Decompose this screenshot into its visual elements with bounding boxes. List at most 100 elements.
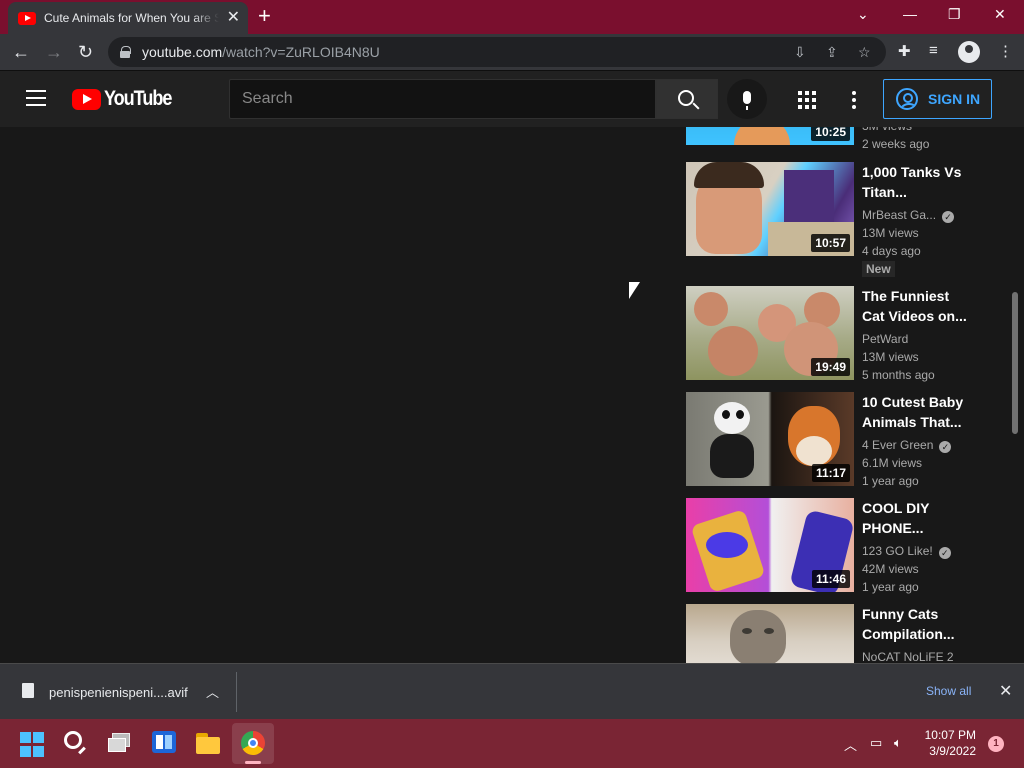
- video-thumbnail[interactable]: 10:57: [686, 162, 854, 256]
- video-age: 1 year ago: [862, 474, 919, 488]
- volume-icon[interactable]: 🔈︎: [894, 735, 902, 751]
- related-video-item[interactable]: Funny Cats Compilation... NoCAT NoLiFE 2: [686, 604, 1006, 663]
- browser-tab[interactable]: Cute Animals for When You are Sad ✕: [8, 2, 248, 34]
- widgets-icon[interactable]: [152, 731, 178, 757]
- url-text[interactable]: youtube.com/watch?v=ZuRLOIB4N8U: [142, 44, 380, 60]
- video-thumbnail[interactable]: 10:25: [686, 127, 854, 145]
- video-thumbnail[interactable]: 19:49: [686, 286, 854, 380]
- voice-search-button[interactable]: [727, 79, 767, 119]
- restore-button[interactable]: ❐: [948, 6, 961, 23]
- task-view-icon[interactable]: [108, 733, 134, 759]
- related-video-item[interactable]: 11:46 COOL DIY PHONE... 123 GO Like! ✓ 42…: [686, 498, 1006, 598]
- notification-badge[interactable]: 1: [988, 736, 1004, 752]
- profile-avatar-icon[interactable]: [958, 41, 980, 63]
- share-icon[interactable]: ⇪: [826, 44, 838, 61]
- video-duration: 11:46: [811, 570, 850, 588]
- download-options-chevron-icon[interactable]: ︿: [206, 682, 219, 701]
- sign-in-button[interactable]: SIGN IN: [883, 79, 992, 119]
- forward-button[interactable]: →: [45, 41, 63, 63]
- youtube-favicon-icon: [18, 11, 36, 25]
- video-thumbnail[interactable]: 11:46: [686, 498, 854, 592]
- divider: [236, 672, 237, 712]
- back-button[interactable]: ←: [12, 41, 30, 63]
- search-field-container: [229, 79, 656, 119]
- video-title[interactable]: Funny Cats Compilation...: [862, 604, 974, 644]
- video-title[interactable]: 1,000 Tanks Vs Titan...: [862, 162, 974, 202]
- video-channel[interactable]: NoCAT NoLiFE 2: [862, 648, 974, 663]
- video-channel[interactable]: PetWard: [862, 330, 974, 348]
- video-thumbnail[interactable]: 11:17: [686, 392, 854, 486]
- related-video-item[interactable]: 11:17 10 Cutest Baby Animals That... 4 E…: [686, 392, 1006, 492]
- page-scrollbar[interactable]: [1012, 292, 1018, 434]
- browser-tabstrip: Cute Animals for When You are Sad ✕ + ⌄ …: [0, 0, 1024, 34]
- related-video-item[interactable]: 10:57 1,000 Tanks Vs Titan... MrBeast Ga…: [686, 162, 1006, 277]
- new-tab-button[interactable]: +: [258, 5, 271, 27]
- video-views: 13M views: [862, 226, 919, 240]
- clock-date: 3/9/2022: [929, 744, 976, 758]
- video-age: 5 months ago: [862, 368, 935, 382]
- video-duration: 10:57: [811, 234, 850, 252]
- video-info: 3M views 2 weeks ago: [862, 127, 974, 153]
- browser-toolbar: ← → ↻ youtube.com/watch?v=ZuRLOIB4N8U ⇩ …: [0, 34, 1024, 70]
- related-video-item[interactable]: 19:49 The Funniest Cat Videos on... PetW…: [686, 286, 1006, 386]
- search-button[interactable]: [656, 79, 718, 119]
- video-info: COOL DIY PHONE... 123 GO Like! ✓ 42M view…: [862, 498, 974, 596]
- video-title[interactable]: 10 Cutest Baby Animals That...: [862, 392, 974, 432]
- install-app-icon[interactable]: ⇩: [794, 44, 806, 61]
- watch-page-content: 10:25 3M views 2 weeks ago 10:57 1,000 T…: [0, 127, 1024, 663]
- account-circle-icon: [896, 88, 918, 110]
- browser-menu-icon[interactable]: ⋮: [998, 42, 1013, 60]
- address-bar[interactable]: youtube.com/watch?v=ZuRLOIB4N8U ⇩ ⇪ ☆: [108, 37, 886, 67]
- apps-grid-icon[interactable]: [798, 91, 816, 109]
- media-controls-icon[interactable]: ≡: [929, 42, 938, 59]
- reload-button[interactable]: ↻: [78, 41, 93, 63]
- close-window-button[interactable]: ✕: [994, 6, 1006, 23]
- video-channel-row[interactable]: MrBeast Ga... ✓: [862, 206, 974, 224]
- video-info: 1,000 Tanks Vs Titan... MrBeast Ga... ✓ 1…: [862, 162, 974, 278]
- settings-more-icon[interactable]: [852, 91, 856, 109]
- download-file-name[interactable]: penispenienispeni....avif: [49, 685, 188, 700]
- video-title[interactable]: COOL DIY PHONE...: [862, 498, 974, 538]
- related-video-item[interactable]: 10:25 3M views 2 weeks ago: [686, 127, 1006, 151]
- video-channel-row[interactable]: 123 GO Like! ✓: [862, 542, 974, 560]
- lock-icon[interactable]: [120, 46, 131, 58]
- show-all-downloads-link[interactable]: Show all: [926, 684, 971, 698]
- bookmark-star-icon[interactable]: ☆: [858, 44, 871, 61]
- video-channel-row[interactable]: 4 Ever Green ✓: [862, 436, 974, 454]
- tab-close-icon[interactable]: ✕: [227, 10, 240, 26]
- clock-time: 10:07 PM: [924, 728, 976, 742]
- tab-search-dropdown-icon[interactable]: ⌄: [857, 6, 869, 23]
- extensions-puzzle-icon[interactable]: ✚: [898, 42, 911, 60]
- video-channel[interactable]: MrBeast Ga...: [862, 208, 936, 222]
- youtube-play-icon: [72, 88, 101, 110]
- video-views: 6.1M views: [862, 456, 923, 470]
- file-explorer-icon[interactable]: [196, 733, 222, 759]
- video-title[interactable]: The Funniest Cat Videos on...: [862, 286, 974, 326]
- video-views: 3M views: [862, 127, 974, 135]
- video-channel[interactable]: 4 Ever Green: [862, 438, 933, 452]
- download-shelf: penispenienispeni....avif ︿ Show all ✕: [0, 663, 1024, 719]
- video-thumbnail[interactable]: [686, 604, 854, 663]
- video-views: 13M views: [862, 350, 919, 364]
- chrome-app-icon[interactable]: [241, 731, 267, 757]
- new-badge: New: [862, 261, 895, 277]
- search-icon: [677, 89, 694, 106]
- system-clock[interactable]: 10:07 PM 3/9/2022: [920, 727, 976, 759]
- youtube-logo-text: YouTube: [104, 87, 172, 110]
- running-app-indicator: [245, 761, 261, 764]
- close-download-shelf-icon[interactable]: ✕: [999, 681, 1012, 701]
- minimize-button[interactable]: —: [903, 6, 917, 22]
- network-icon[interactable]: ▭: [870, 735, 882, 751]
- youtube-logo[interactable]: YouTube: [72, 87, 182, 111]
- show-hidden-icons-chevron[interactable]: ︿: [844, 735, 857, 754]
- search-input[interactable]: [242, 90, 655, 108]
- taskbar-search-icon[interactable]: [64, 731, 90, 757]
- mouse-cursor-icon: [629, 282, 640, 299]
- video-info: The Funniest Cat Videos on... PetWard 13…: [862, 286, 974, 384]
- start-windows-icon[interactable]: [20, 732, 46, 758]
- video-channel[interactable]: 123 GO Like!: [862, 544, 933, 558]
- hamburger-menu-icon[interactable]: [26, 90, 46, 106]
- file-icon: [22, 683, 34, 698]
- video-duration: 19:49: [811, 358, 850, 376]
- sign-in-label: SIGN IN: [928, 91, 981, 107]
